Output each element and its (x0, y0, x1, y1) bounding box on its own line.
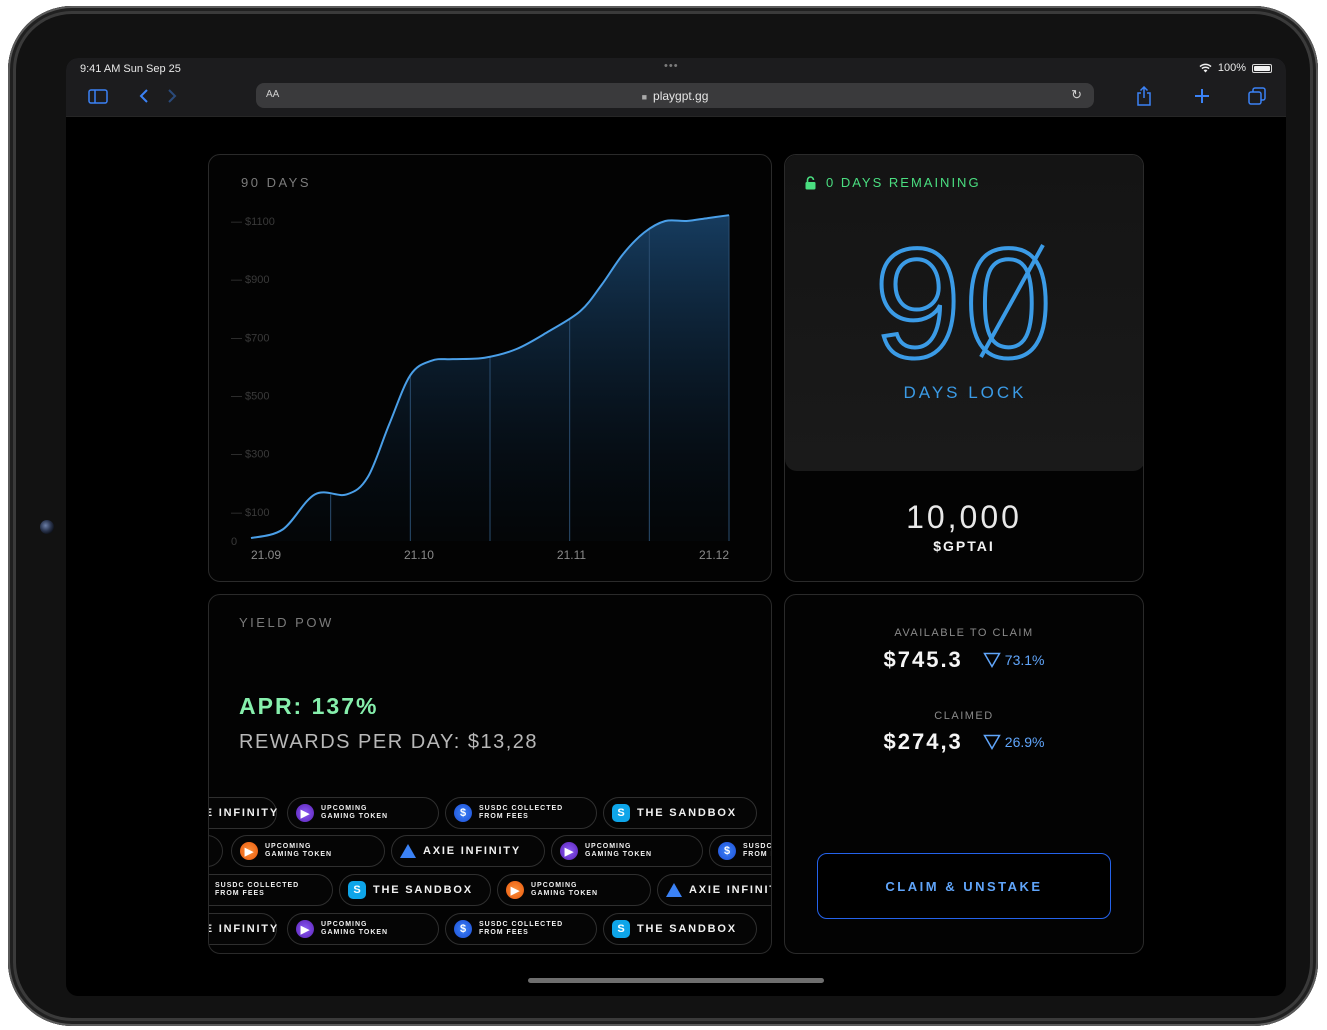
play-triangle-icon: ▶ (560, 842, 578, 860)
battery-percent: 100% (1217, 62, 1246, 74)
token-pill-susdc: $ SUSDC COLLECTEDFROM FEES (209, 835, 223, 867)
ticker-row: $ SUSDC COLLECTEDFROM FEES ▶ UPCOMINGGAM… (209, 835, 771, 871)
token-pill-axie: AXIE INFINITY (209, 797, 277, 829)
lock-card: 0 DAYS REMAINING 90 DAYS LOCK 10,000 $GP… (784, 154, 1144, 582)
sandbox-s-icon: S (348, 881, 366, 899)
token-pill-susdc: $ SUSDC COLLECTEDFROM FEES (709, 835, 771, 867)
play-triangle-icon: ▶ (296, 804, 314, 822)
token-pill-gaming: ▶ UPCOMING GAMING TOKEN (231, 835, 385, 867)
triangle-down-icon (982, 652, 1001, 668)
status-bar: 9:41 AM Sun Sep 25 ••• 100% (66, 58, 1286, 80)
forward-icon[interactable] (166, 88, 178, 104)
y-tick-label: 0 (231, 536, 237, 548)
token-pill-gaming: ▶ UPCOMING GAMING TOKEN (497, 874, 651, 906)
reload-icon[interactable]: ↻ (1071, 87, 1082, 103)
staked-amount: 10,000 (906, 499, 1022, 535)
available-row: $745.3 73.1% (785, 647, 1143, 673)
play-triangle-icon: ▶ (240, 842, 258, 860)
y-tick-label: — $500 (231, 391, 270, 403)
available-percent: 73.1% (982, 652, 1045, 668)
ipad-frame: 9:41 AM Sun Sep 25 ••• 100% AA ■ playgpt… (8, 6, 1318, 1026)
lock-panel: 0 DAYS REMAINING 90 DAYS LOCK (785, 155, 1143, 471)
svg-text:90: 90 (874, 229, 1056, 369)
token-pill-axie: AXIE INFINITY (209, 913, 277, 945)
dollar-coin-icon: $ (718, 842, 736, 860)
battery-icon (1252, 63, 1272, 73)
back-icon[interactable] (138, 88, 150, 104)
y-tick-label: — $100 (231, 507, 270, 519)
claimed-value: $274,3 (883, 729, 963, 754)
y-tick-label: — $1100 (231, 216, 275, 228)
token-pill-sandbox: S THE SANDBOX (603, 913, 757, 945)
share-icon[interactable] (1136, 86, 1152, 106)
claimed-percent: 26.9% (982, 734, 1045, 750)
available-value: $745.3 (883, 647, 963, 672)
x-tick-label: 21.12 (699, 548, 729, 562)
new-tab-icon[interactable] (1194, 88, 1210, 104)
x-tick-label: 21.10 (404, 548, 434, 562)
status-right: 100% (1199, 62, 1272, 74)
token-pill-susdc: $ SUSDC COLLECTEDFROM FEES (445, 797, 597, 829)
chart-card: 90 DAYS 0— $100— $300— $500— $700— $900—… (208, 154, 772, 582)
token-symbol: $GPTAI (933, 538, 995, 554)
y-tick-label: — $900 (231, 274, 270, 286)
token-pill-axie: AXIE INFINITY (391, 835, 545, 867)
play-triangle-icon: ▶ (506, 881, 524, 899)
rewards-per-day: REWARDS PER DAY: $13,28 (239, 731, 539, 753)
token-pill-sandbox: S THE SANDBOX (603, 797, 757, 829)
y-tick-label: — $300 (231, 449, 270, 461)
ticker-row: AXIE INFINITY ▶ UPCOMINGGAMING TOKEN $ S… (209, 797, 771, 833)
claimed-label: CLAIMED (934, 710, 994, 722)
token-pill-susdc: $ SUSDC COLLECTEDFROM FEES (209, 874, 333, 906)
camera (40, 520, 54, 534)
dollar-coin-icon: $ (454, 920, 472, 938)
sandbox-s-icon: S (612, 920, 630, 938)
token-pill-susdc: $ SUSDC COLLECTEDFROM FEES (445, 913, 597, 945)
token-pill-axie: AXIE INFINITY (657, 874, 771, 906)
y-tick-label: — $700 (231, 332, 270, 344)
area-chart: 0 — $100 — $300 — $500 — $700 — $900 — $1100 21… (231, 214, 730, 562)
axie-diamond-icon (666, 883, 682, 897)
browser-toolbar: AA ■ playgpt.gg ↻ (66, 80, 1286, 117)
triangle-down-icon (982, 734, 1001, 750)
x-tick-label: 21.09 (251, 548, 281, 562)
home-indicator[interactable] (528, 978, 824, 983)
yield-title: YIELD POW (239, 615, 334, 630)
unlock-icon (805, 175, 816, 189)
x-tick-label: 21.11 (557, 548, 586, 562)
apr-value: APR: 137% (239, 693, 379, 719)
sidebar-icon[interactable] (88, 89, 108, 104)
yield-card: YIELD POW APR: 137% REWARDS PER DAY: $13… (208, 594, 772, 954)
days-remaining-label: 0 DAYS REMAINING (826, 175, 981, 190)
dollar-coin-icon: $ (454, 804, 472, 822)
token-pill-gaming: ▶ UPCOMING GAMING TOKEN (287, 797, 439, 829)
ticker-row: AXIE INFINITY ▶ UPCOMINGGAMING TOKEN $ S… (209, 913, 771, 949)
token-pill-gaming: ▶ UPCOMING GAMING TOKEN (287, 913, 439, 945)
status-time: 9:41 AM Sun Sep 25 (80, 63, 181, 75)
lock-days-digits: 90 (872, 215, 1056, 393)
url-text: ■ playgpt.gg (641, 89, 709, 103)
claim-card: AVAILABLE TO CLAIM $745.3 73.1% CLAIMED … (784, 594, 1144, 954)
play-triangle-icon: ▶ (296, 920, 314, 938)
token-pill-sandbox: S THE SANDBOX (339, 874, 491, 906)
lock-days-number: 90 (785, 215, 1143, 393)
lock-caption: DAYS LOCK (903, 383, 1027, 402)
screen: 9:41 AM Sun Sep 25 ••• 100% AA ■ playgpt… (66, 58, 1286, 996)
token-pill-gaming: ▶ UPCOMING GAMING TOKEN (551, 835, 703, 867)
axie-diamond-icon (400, 844, 416, 858)
address-bar[interactable]: AA ■ playgpt.gg ↻ (256, 83, 1094, 108)
multitask-dots[interactable]: ••• (664, 60, 679, 72)
claim-unstake-button[interactable]: CLAIM & UNSTAKE (817, 853, 1111, 919)
claimed-row: $274,3 26.9% (785, 729, 1143, 755)
ticker-row: $ SUSDC COLLECTEDFROM FEES S THE SANDBOX… (209, 874, 771, 910)
wifi-icon (1199, 63, 1212, 73)
available-label: AVAILABLE TO CLAIM (894, 627, 1034, 639)
tabs-overview-icon[interactable] (1248, 87, 1266, 105)
days-remaining: 0 DAYS REMAINING (805, 175, 981, 190)
lock-icon: ■ (641, 92, 648, 102)
sandbox-s-icon: S (612, 804, 630, 822)
